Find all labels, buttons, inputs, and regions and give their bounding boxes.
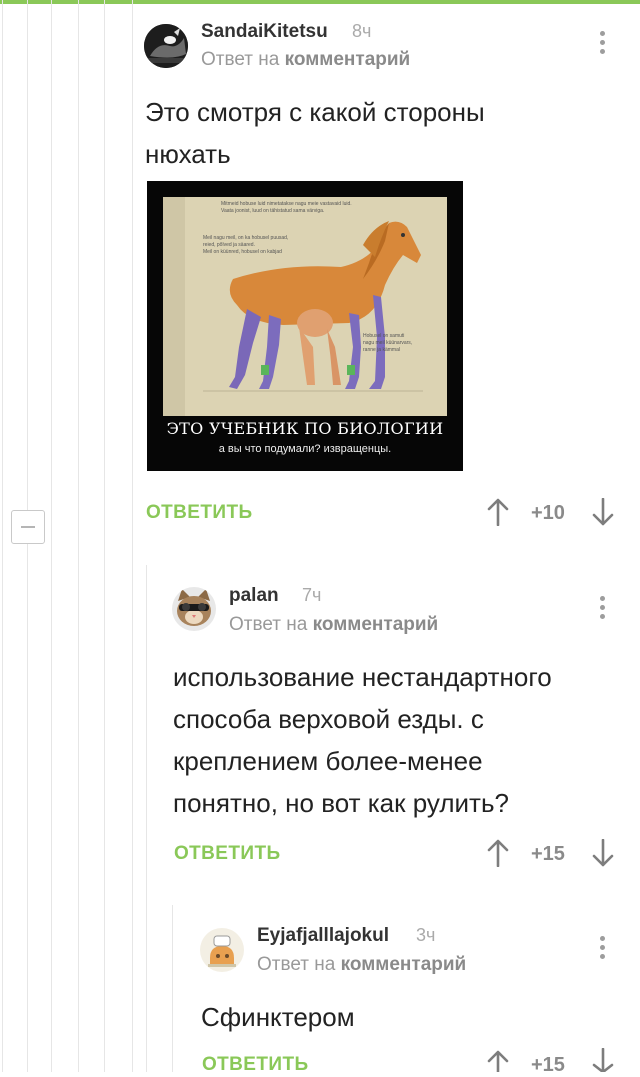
username[interactable]: Eyjafjalllajokul	[257, 925, 389, 947]
comment-text-line: Сфинктером	[201, 1002, 355, 1032]
arrow-down-icon[interactable]	[591, 1048, 615, 1072]
comment-text: Сфинктером	[201, 996, 621, 1038]
rating-value: +15	[531, 1054, 565, 1076]
reply-to-line: Ответ на комментарий	[257, 954, 466, 976]
kebab-menu-icon[interactable]	[597, 936, 607, 962]
reply-to-link[interactable]: комментарий	[341, 954, 467, 975]
arrow-up-icon[interactable]	[486, 1050, 510, 1072]
reply-button[interactable]: ОТВЕТИТЬ	[202, 1054, 309, 1076]
reply-to-prefix: Ответ на	[257, 954, 336, 975]
timestamp: 3ч	[416, 925, 436, 945]
avatar[interactable]	[200, 928, 244, 972]
comment: Eyjafjalllajokul 3ч Ответ на комментарий…	[0, 0, 640, 1076]
